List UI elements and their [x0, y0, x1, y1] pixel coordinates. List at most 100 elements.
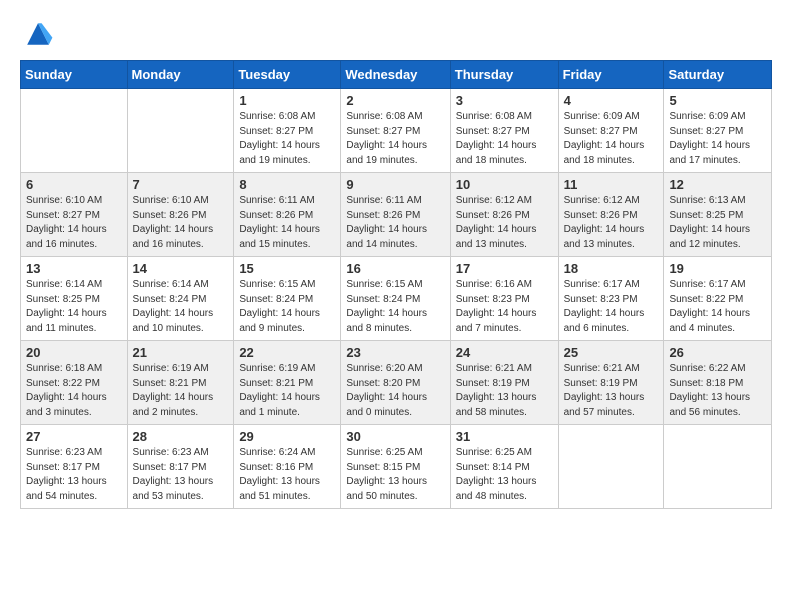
day-info: Sunrise: 6:17 AMSunset: 8:22 PMDaylight:…	[669, 278, 766, 336]
calendar-cell	[558, 425, 664, 509]
day-info: Sunrise: 6:12 AMSunset: 8:26 PMDaylight:…	[456, 194, 553, 252]
calendar-cell: 27 Sunrise: 6:23 AMSunset: 8:17 PMDayligh…	[21, 425, 128, 509]
day-number: 28	[133, 429, 229, 444]
day-info: Sunrise: 6:09 AMSunset: 8:27 PMDaylight:…	[564, 110, 659, 168]
page: SundayMondayTuesdayWednesdayThursdayFrid…	[0, 0, 792, 525]
calendar-cell: 12Sunrise: 6:13 AMSunset: 8:25 PMDayligh…	[664, 173, 772, 257]
calendar-cell: 15 Sunrise: 6:15 AMSunset: 8:24 PMDayligh…	[234, 257, 341, 341]
day-number: 27	[26, 429, 122, 444]
day-info: Sunrise: 6:24 AMSunset: 8:16 PMDaylight:…	[239, 446, 335, 504]
calendar-week-row: 13 Sunrise: 6:14 AMSunset: 8:25 PMDayligh…	[21, 257, 772, 341]
calendar-cell: 6Sunrise: 6:10 AMSunset: 8:27 PMDaylight…	[21, 173, 128, 257]
day-number: 17	[456, 261, 553, 276]
day-info: Sunrise: 6:14 AMSunset: 8:25 PMDaylight:…	[26, 278, 122, 336]
day-number: 24	[456, 345, 553, 360]
day-number: 18	[564, 261, 659, 276]
day-number: 6	[26, 177, 122, 192]
calendar-week-row: 27 Sunrise: 6:23 AMSunset: 8:17 PMDayligh…	[21, 425, 772, 509]
day-info: Sunrise: 6:15 AMSunset: 8:24 PMDaylight:…	[239, 278, 335, 336]
day-info: Sunrise: 6:15 AMSunset: 8:24 PMDaylight:…	[346, 278, 444, 336]
day-number: 4	[564, 93, 659, 108]
day-info: Sunrise: 6:08 AMSunset: 8:27 PMDaylight:…	[346, 110, 444, 168]
calendar-cell: 8 Sunrise: 6:11 AMSunset: 8:26 PMDaylight…	[234, 173, 341, 257]
day-info: Sunrise: 6:11 AMSunset: 8:26 PMDaylight:…	[239, 194, 335, 252]
calendar-day-header: Sunday	[21, 61, 128, 89]
calendar-cell: 22Sunrise: 6:19 AMSunset: 8:21 PMDayligh…	[234, 341, 341, 425]
logo	[20, 16, 60, 52]
day-number: 26	[669, 345, 766, 360]
calendar-week-row: 1 Sunrise: 6:08 AMSunset: 8:27 PMDaylight…	[21, 89, 772, 173]
day-number: 15	[239, 261, 335, 276]
calendar-cell: 29 Sunrise: 6:24 AMSunset: 8:16 PMDayligh…	[234, 425, 341, 509]
day-number: 19	[669, 261, 766, 276]
calendar-cell: 25Sunrise: 6:21 AMSunset: 8:19 PMDayligh…	[558, 341, 664, 425]
day-info: Sunrise: 6:09 AMSunset: 8:27 PMDaylight:…	[669, 110, 766, 168]
day-number: 30	[346, 429, 444, 444]
logo-icon	[20, 16, 56, 52]
day-info: Sunrise: 6:11 AMSunset: 8:26 PMDaylight:…	[346, 194, 444, 252]
calendar-cell	[664, 425, 772, 509]
day-number: 16	[346, 261, 444, 276]
calendar-cell: 21 Sunrise: 6:19 AMSunset: 8:21 PMDayligh…	[127, 341, 234, 425]
day-info: Sunrise: 6:21 AMSunset: 8:19 PMDaylight:…	[456, 362, 553, 420]
day-info: Sunrise: 6:25 AMSunset: 8:15 PMDaylight:…	[346, 446, 444, 504]
calendar-day-header: Monday	[127, 61, 234, 89]
calendar-week-row: 6Sunrise: 6:10 AMSunset: 8:27 PMDaylight…	[21, 173, 772, 257]
calendar-cell: 7 Sunrise: 6:10 AMSunset: 8:26 PMDaylight…	[127, 173, 234, 257]
day-number: 1	[239, 93, 335, 108]
calendar-day-header: Tuesday	[234, 61, 341, 89]
day-info: Sunrise: 6:23 AMSunset: 8:17 PMDaylight:…	[26, 446, 122, 504]
day-number: 20	[26, 345, 122, 360]
calendar-cell: 18Sunrise: 6:17 AMSunset: 8:23 PMDayligh…	[558, 257, 664, 341]
calendar-cell: 23 Sunrise: 6:20 AMSunset: 8:20 PMDayligh…	[341, 341, 450, 425]
day-number: 10	[456, 177, 553, 192]
day-info: Sunrise: 6:16 AMSunset: 8:23 PMDaylight:…	[456, 278, 553, 336]
calendar-cell: 13 Sunrise: 6:14 AMSunset: 8:25 PMDayligh…	[21, 257, 128, 341]
day-number: 7	[133, 177, 229, 192]
calendar-day-header: Saturday	[664, 61, 772, 89]
day-info: Sunrise: 6:19 AMSunset: 8:21 PMDaylight:…	[133, 362, 229, 420]
day-number: 2	[346, 93, 444, 108]
day-number: 14	[133, 261, 229, 276]
calendar-cell: 20Sunrise: 6:18 AMSunset: 8:22 PMDayligh…	[21, 341, 128, 425]
calendar-header-row: SundayMondayTuesdayWednesdayThursdayFrid…	[21, 61, 772, 89]
calendar-day-header: Wednesday	[341, 61, 450, 89]
calendar-cell: 2 Sunrise: 6:08 AMSunset: 8:27 PMDaylight…	[341, 89, 450, 173]
calendar-cell: 16 Sunrise: 6:15 AMSunset: 8:24 PMDayligh…	[341, 257, 450, 341]
day-info: Sunrise: 6:20 AMSunset: 8:20 PMDaylight:…	[346, 362, 444, 420]
day-info: Sunrise: 6:08 AMSunset: 8:27 PMDaylight:…	[456, 110, 553, 168]
day-number: 3	[456, 93, 553, 108]
day-number: 12	[669, 177, 766, 192]
calendar-day-header: Thursday	[450, 61, 558, 89]
calendar-cell	[21, 89, 128, 173]
calendar-cell: 10 Sunrise: 6:12 AMSunset: 8:26 PMDayligh…	[450, 173, 558, 257]
day-info: Sunrise: 6:14 AMSunset: 8:24 PMDaylight:…	[133, 278, 229, 336]
day-info: Sunrise: 6:10 AMSunset: 8:26 PMDaylight:…	[133, 194, 229, 252]
calendar-cell: 1 Sunrise: 6:08 AMSunset: 8:27 PMDaylight…	[234, 89, 341, 173]
calendar-cell: 28 Sunrise: 6:23 AMSunset: 8:17 PMDayligh…	[127, 425, 234, 509]
calendar-cell: 3 Sunrise: 6:08 AMSunset: 8:27 PMDaylight…	[450, 89, 558, 173]
calendar-cell: 19 Sunrise: 6:17 AMSunset: 8:22 PMDayligh…	[664, 257, 772, 341]
day-info: Sunrise: 6:08 AMSunset: 8:27 PMDaylight:…	[239, 110, 335, 168]
day-number: 21	[133, 345, 229, 360]
calendar-cell: 5Sunrise: 6:09 AMSunset: 8:27 PMDaylight…	[664, 89, 772, 173]
day-number: 23	[346, 345, 444, 360]
calendar-cell: 11Sunrise: 6:12 AMSunset: 8:26 PMDayligh…	[558, 173, 664, 257]
calendar-week-row: 20Sunrise: 6:18 AMSunset: 8:22 PMDayligh…	[21, 341, 772, 425]
calendar-cell: 9 Sunrise: 6:11 AMSunset: 8:26 PMDaylight…	[341, 173, 450, 257]
header	[20, 16, 772, 52]
calendar-table: SundayMondayTuesdayWednesdayThursdayFrid…	[20, 60, 772, 509]
day-number: 13	[26, 261, 122, 276]
day-number: 11	[564, 177, 659, 192]
day-number: 29	[239, 429, 335, 444]
calendar-cell: 14 Sunrise: 6:14 AMSunset: 8:24 PMDayligh…	[127, 257, 234, 341]
calendar-cell: 26 Sunrise: 6:22 AMSunset: 8:18 PMDayligh…	[664, 341, 772, 425]
day-number: 9	[346, 177, 444, 192]
day-number: 8	[239, 177, 335, 192]
day-info: Sunrise: 6:22 AMSunset: 8:18 PMDaylight:…	[669, 362, 766, 420]
calendar-cell: 24 Sunrise: 6:21 AMSunset: 8:19 PMDayligh…	[450, 341, 558, 425]
calendar-cell: 30 Sunrise: 6:25 AMSunset: 8:15 PMDayligh…	[341, 425, 450, 509]
day-info: Sunrise: 6:25 AMSunset: 8:14 PMDaylight:…	[456, 446, 553, 504]
day-info: Sunrise: 6:23 AMSunset: 8:17 PMDaylight:…	[133, 446, 229, 504]
calendar-cell	[127, 89, 234, 173]
